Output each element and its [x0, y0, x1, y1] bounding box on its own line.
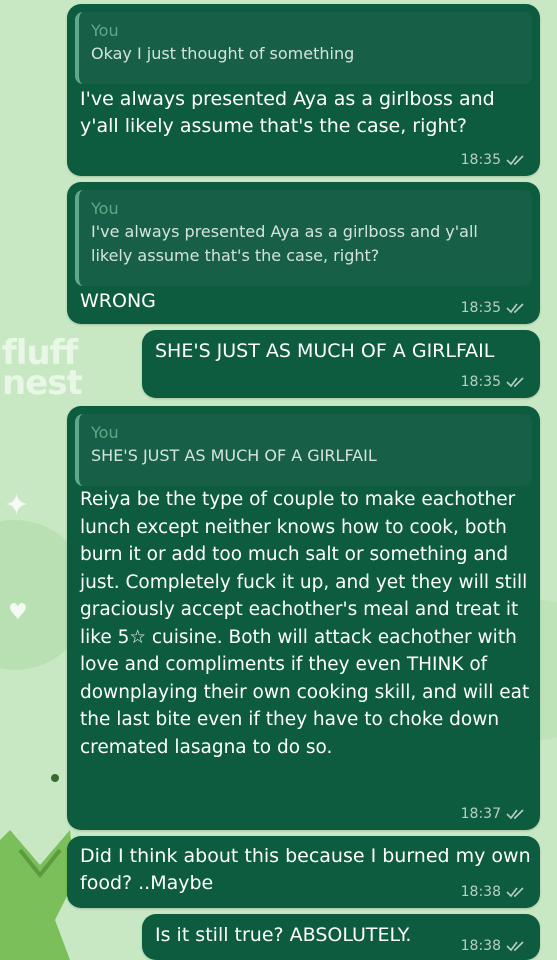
message-time: 18:35	[460, 374, 501, 390]
message-meta: 18:38	[461, 884, 526, 900]
double-check-icon	[506, 377, 524, 388]
quote-text: Okay I just thought of something	[91, 44, 355, 63]
double-check-icon	[506, 887, 524, 898]
quote-text: I've always presented Aya as a girlboss …	[91, 222, 478, 265]
message-text: I've always presented Aya as a girlboss …	[80, 88, 495, 137]
reply-quote[interactable]: You Okay I just thought of something	[75, 12, 532, 84]
double-check-icon	[506, 941, 524, 952]
double-check-icon	[506, 809, 524, 820]
reply-quote[interactable]: You I've always presented Aya as a girlb…	[75, 190, 532, 286]
message-bubble[interactable]: You I've always presented Aya as a girlb…	[67, 182, 540, 324]
double-check-icon	[506, 155, 524, 166]
message-bubble[interactable]: SHE'S JUST AS MUCH OF A GIRLFAIL 18:35	[142, 330, 540, 398]
message-text: Reiya be the type of couple to make each…	[80, 489, 530, 758]
message-meta: 18:37	[461, 806, 526, 822]
message-time: 18:38	[460, 938, 501, 954]
quote-author: You	[91, 199, 119, 218]
double-check-icon	[506, 303, 524, 314]
quote-text: SHE'S JUST AS MUCH OF A GIRLFAIL	[91, 446, 377, 465]
message-meta: 18:35	[461, 300, 526, 316]
message-bubble[interactable]: Is it still true? ABSOLUTELY. 18:38	[142, 914, 540, 960]
heart-icon: ♥	[8, 600, 28, 625]
message-meta: 18:38	[461, 938, 526, 954]
wallpaper-logo: fluff nest	[2, 333, 83, 403]
message-bubble[interactable]: Did I think about this because I burned …	[67, 836, 540, 908]
quote-author: You	[91, 423, 119, 442]
message-time: 18:35	[460, 300, 501, 316]
quote-author: You	[91, 21, 119, 40]
message-meta: 18:35	[461, 374, 526, 390]
message-time: 18:37	[460, 806, 501, 822]
message-time: 18:38	[460, 884, 501, 900]
message-text: WRONG	[80, 290, 156, 312]
message-meta: 18:35	[461, 152, 526, 168]
reply-quote[interactable]: You SHE'S JUST AS MUCH OF A GIRLFAIL	[75, 414, 532, 486]
message-bubble[interactable]: You Okay I just thought of something I'v…	[67, 4, 540, 176]
message-time: 18:35	[460, 152, 501, 168]
message-bubble[interactable]: You SHE'S JUST AS MUCH OF A GIRLFAIL Rei…	[67, 406, 540, 830]
sparkle-icon: ✦	[4, 488, 30, 523]
message-text: SHE'S JUST AS MUCH OF A GIRLFAIL	[155, 340, 495, 362]
message-text: Is it still true? ABSOLUTELY.	[155, 924, 412, 946]
